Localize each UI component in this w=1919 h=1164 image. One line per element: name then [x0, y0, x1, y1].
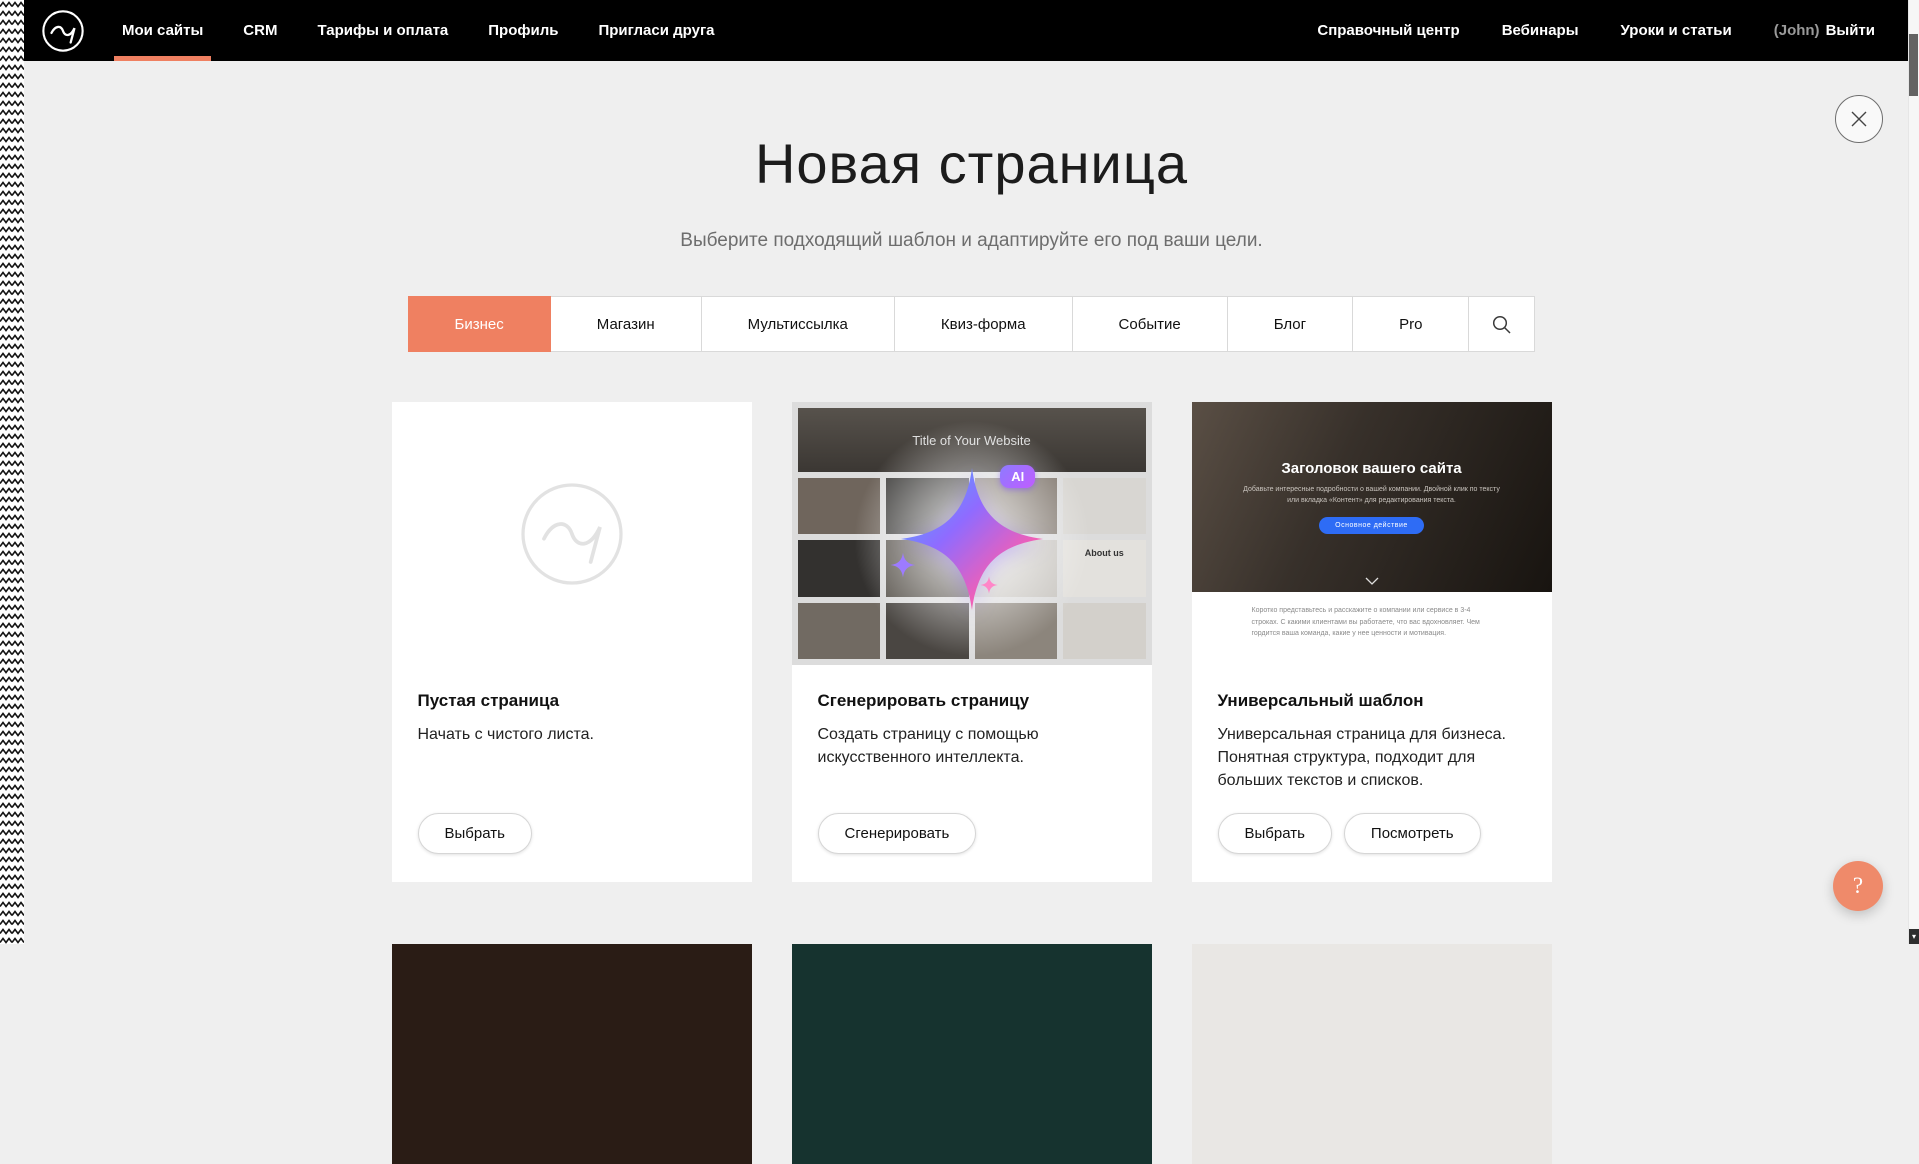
- template-cards-row-1: Пустая страница Начать с чистого листа. …: [24, 402, 1919, 882]
- page-title: Новая страница: [24, 131, 1919, 196]
- help-button[interactable]: ?: [1833, 861, 1883, 911]
- generate-button[interactable]: Сгенерировать: [818, 813, 977, 854]
- template-body-text: Коротко представьтесь и расскажите о ком…: [1252, 605, 1492, 665]
- main-nav: Мои сайты CRM Тарифы и оплата Профиль Пр…: [122, 0, 755, 61]
- nav-help-center[interactable]: Справочный центр: [1317, 0, 1459, 61]
- card-ai-generate: Title of Your Website About us: [792, 402, 1152, 882]
- card-actions: Выбрать Посмотреть: [1218, 813, 1526, 854]
- template-hero-section: Заголовок вашего сайта Добавьте интересн…: [1192, 402, 1552, 592]
- new-page-modal: Новая страница Выберите подходящий шабло…: [24, 61, 1919, 944]
- small-sparkle-icon: [980, 576, 998, 594]
- ai-generate-preview: Title of Your Website About us: [792, 402, 1152, 665]
- card-body: Универсальный шаблон Универсальная стран…: [1192, 665, 1552, 882]
- template-preview: [792, 944, 1152, 1164]
- nav-webinars[interactable]: Вебинары: [1502, 0, 1579, 61]
- tilda-logo[interactable]: [40, 8, 86, 54]
- page-subtitle: Выберите подходящий шаблон и адаптируйте…: [24, 230, 1919, 252]
- nav-pricing[interactable]: Тарифы и оплата: [317, 0, 448, 61]
- tilda-watermark-icon: [516, 478, 628, 590]
- card-actions: Выбрать: [418, 813, 726, 854]
- card-blank-page: Пустая страница Начать с чистого листа. …: [392, 402, 752, 882]
- search-icon: [1491, 314, 1512, 335]
- tab-blog[interactable]: Блог: [1227, 296, 1353, 352]
- secondary-nav: Справочный центр Вебинары Уроки и статьи…: [1275, 0, 1875, 61]
- tab-store[interactable]: Магазин: [550, 296, 702, 352]
- tab-quiz-form[interactable]: Квиз-форма: [894, 296, 1073, 352]
- preview-template-button[interactable]: Посмотреть: [1344, 813, 1481, 854]
- choose-template-button[interactable]: Выбрать: [1218, 813, 1332, 854]
- username-label: (John): [1774, 22, 1820, 39]
- nav-crm[interactable]: CRM: [243, 0, 277, 61]
- card-description: Начать с чистого листа.: [418, 723, 726, 746]
- tab-multilink[interactable]: Мультиссылка: [701, 296, 895, 352]
- small-sparkle-icon: [890, 552, 916, 578]
- tab-event[interactable]: Событие: [1072, 296, 1228, 352]
- collage-about-label: About us: [1063, 548, 1146, 558]
- card-title: Сгенерировать страницу: [818, 691, 1126, 711]
- card-body: Сгенерировать страницу Создать страницу …: [792, 665, 1152, 882]
- template-preview: [392, 944, 752, 1164]
- collage-header-tile: Title of Your Website: [798, 408, 1146, 472]
- tab-pro[interactable]: Pro: [1352, 296, 1469, 352]
- tab-search[interactable]: [1468, 296, 1535, 352]
- blank-page-preview: [392, 402, 752, 665]
- collage-site-title: Title of Your Website: [912, 433, 1031, 448]
- card-actions: Сгенерировать: [818, 813, 1126, 854]
- template-cards-row-2: [24, 944, 1919, 1164]
- template-preview: [1192, 944, 1552, 1164]
- template-text-section: Коротко представьтесь и расскажите о ком…: [1192, 592, 1552, 665]
- nav-profile[interactable]: Профиль: [488, 0, 558, 61]
- top-navbar: Мои сайты CRM Тарифы и оплата Профиль Пр…: [24, 0, 1919, 61]
- card-body: Пустая страница Начать с чистого листа. …: [392, 665, 752, 882]
- card-universal-template: Заголовок вашего сайта Добавьте интересн…: [1192, 402, 1552, 882]
- universal-template-preview: Заголовок вашего сайта Добавьте интересн…: [1192, 402, 1552, 665]
- ai-badge: AI: [1000, 465, 1035, 488]
- nav-lessons-articles[interactable]: Уроки и статьи: [1621, 0, 1732, 61]
- nav-my-sites[interactable]: Мои сайты: [122, 0, 203, 61]
- decorative-zigzag-strip: [0, 0, 24, 944]
- tilda-logo-icon: [40, 8, 86, 54]
- choose-blank-button[interactable]: Выбрать: [418, 813, 532, 854]
- card-title: Пустая страница: [418, 691, 726, 711]
- close-icon: [1850, 110, 1868, 128]
- logout-link[interactable]: Выйти: [1826, 22, 1875, 39]
- template-card[interactable]: [1192, 944, 1552, 1164]
- template-hero-title: Заголовок вашего сайта: [1281, 460, 1461, 477]
- card-description: Создать страницу с помощью искусственног…: [818, 723, 1126, 769]
- vertical-scrollbar[interactable]: ▾: [1908, 0, 1919, 944]
- close-button[interactable]: [1835, 95, 1883, 143]
- scrollbar-down-arrow[interactable]: ▾: [1909, 929, 1919, 944]
- template-card[interactable]: [792, 944, 1152, 1164]
- scrollbar-thumb[interactable]: [1909, 34, 1918, 96]
- zigzag-pattern-icon: [0, 0, 24, 944]
- template-card[interactable]: [392, 944, 752, 1164]
- card-description: Универсальная страница для бизнеса. Поня…: [1218, 723, 1526, 793]
- template-category-tabs: Бизнес Магазин Мультиссылка Квиз-форма С…: [24, 296, 1919, 352]
- nav-invite-friend[interactable]: Пригласи друга: [598, 0, 714, 61]
- chevron-down-icon: [1365, 577, 1379, 585]
- template-hero-subtitle: Добавьте интересные подробности о вашей …: [1242, 484, 1502, 506]
- tab-business[interactable]: Бизнес: [408, 296, 551, 352]
- card-title: Универсальный шаблон: [1218, 691, 1526, 711]
- nav-user-block: (John) Выйти: [1774, 22, 1875, 39]
- template-cta-button: Основное действие: [1319, 517, 1424, 534]
